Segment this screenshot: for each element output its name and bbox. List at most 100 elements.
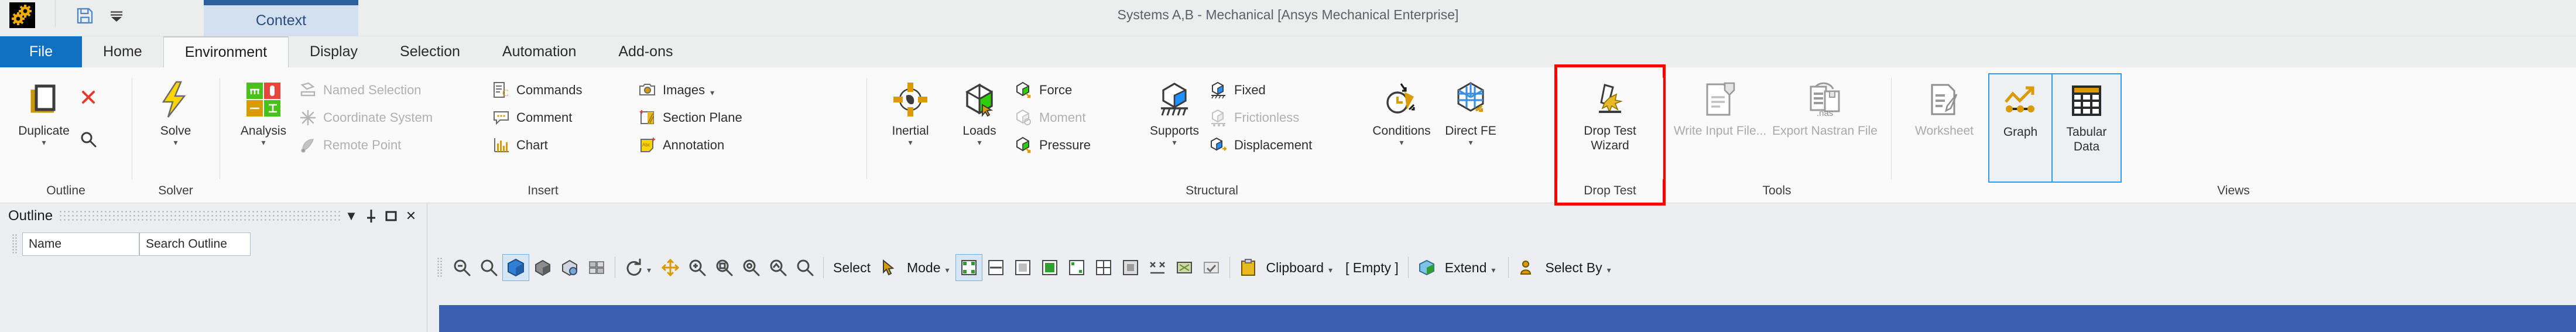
- direct-fe-caret-icon[interactable]: ▾: [1468, 138, 1472, 146]
- supports-caret-icon[interactable]: ▾: [1172, 138, 1176, 146]
- maximize-icon[interactable]: [381, 206, 401, 226]
- direct-fe-button[interactable]: Direct FE ▾: [1436, 73, 1505, 146]
- tab-file[interactable]: File: [0, 36, 82, 67]
- ribbon-group-structural: Inertial ▾ Loads ▾ Force Moment Pressure…: [866, 67, 1557, 203]
- tab-display[interactable]: Display: [289, 36, 379, 67]
- mode-caret-icon[interactable]: ▾: [946, 266, 950, 274]
- cursor-mode-icon[interactable]: [875, 254, 902, 281]
- extend-label[interactable]: Extend: [1440, 260, 1492, 276]
- remote-point-button[interactable]: Remote Point: [298, 134, 491, 156]
- images-button[interactable]: Images ▾: [638, 79, 813, 101]
- pressure-button[interactable]: Pressure: [1014, 134, 1140, 156]
- box-select-icon[interactable]: [502, 254, 529, 281]
- solve-lightning-icon: [159, 78, 193, 121]
- wireframe-icon[interactable]: [529, 254, 556, 281]
- export-nastran-file-button[interactable]: .nas Export Nastran File: [1769, 73, 1880, 138]
- tab-automation[interactable]: Automation: [481, 36, 597, 67]
- duplicate-button[interactable]: Duplicate ▾: [9, 73, 78, 146]
- drop-test-wizard-label: Drop Test Wizard: [1584, 124, 1636, 152]
- panel-drag-dots[interactable]: [59, 210, 341, 223]
- ansys-gears-icon[interactable]: [9, 2, 35, 28]
- select-edges-icon[interactable]: [982, 254, 1009, 281]
- find-button[interactable]: [78, 128, 102, 150]
- rotate-icon[interactable]: [620, 254, 647, 281]
- annotation-button[interactable]: Abc Annotation: [638, 134, 813, 156]
- force-button[interactable]: Force: [1014, 79, 1140, 101]
- show-mesh-icon[interactable]: [556, 254, 583, 281]
- ansys-mechanical-window: Context Systems A,B - Mechanical [Ansys …: [0, 0, 2576, 332]
- moment-button[interactable]: Moment: [1014, 107, 1140, 129]
- inertial-caret-icon[interactable]: ▾: [908, 138, 912, 146]
- customize-qat-dropdown-icon[interactable]: [105, 4, 128, 28]
- magnifier-icon[interactable]: [765, 254, 792, 281]
- frictionless-support-button[interactable]: Frictionless: [1209, 107, 1367, 129]
- zoom-out-icon[interactable]: [448, 254, 475, 281]
- panel-menu-chevron-icon[interactable]: ▼: [341, 206, 361, 226]
- analysis-button[interactable]: Analysis ▾: [229, 73, 298, 146]
- rotate-caret-icon[interactable]: ▾: [647, 266, 651, 274]
- clipboard-icon[interactable]: [1235, 254, 1262, 281]
- coordinate-system-button[interactable]: Coordinate System: [298, 107, 491, 129]
- tab-selection[interactable]: Selection: [379, 36, 481, 67]
- clipboard-caret-icon[interactable]: ▾: [1328, 266, 1332, 274]
- displacement-button[interactable]: Displacement: [1209, 134, 1367, 156]
- toolbar-grip[interactable]: [437, 257, 443, 278]
- select-element-faces-icon[interactable]: [1117, 254, 1144, 281]
- select-faces-icon[interactable]: [1009, 254, 1036, 281]
- write-input-file-button[interactable]: Write Input File...: [1673, 73, 1767, 138]
- outline-col-name[interactable]: Name: [22, 232, 139, 256]
- select-all-icon[interactable]: [1198, 254, 1225, 281]
- conditions-caret-icon[interactable]: ▾: [1399, 138, 1403, 146]
- inertial-button[interactable]: Inertial ▾: [876, 73, 945, 146]
- loads-caret-icon[interactable]: ▾: [977, 138, 981, 146]
- search-icon[interactable]: [792, 254, 818, 281]
- section-plane-button[interactable]: Section Plane: [638, 107, 813, 129]
- zoom-in-icon[interactable]: [475, 254, 502, 281]
- chart-button[interactable]: Chart: [491, 134, 638, 156]
- images-caret-icon[interactable]: ▾: [710, 88, 714, 97]
- commands-button[interactable]: C Commands: [491, 79, 638, 101]
- graph-button[interactable]: Graph: [1988, 73, 2053, 183]
- tabular-data-button[interactable]: Tabular Data: [2053, 73, 2122, 183]
- solve-button[interactable]: Solve ▾: [141, 73, 210, 146]
- extend-to-limits-icon[interactable]: [1171, 254, 1198, 281]
- extend-icon[interactable]: [1413, 254, 1440, 281]
- pan-icon[interactable]: [657, 254, 684, 281]
- extend-caret-icon[interactable]: ▾: [1491, 266, 1495, 274]
- tab-add-ons[interactable]: Add-ons: [597, 36, 694, 67]
- random-colors-icon[interactable]: [583, 254, 610, 281]
- close-icon[interactable]: ✕: [401, 206, 421, 226]
- delete-button[interactable]: [78, 86, 102, 108]
- select-elements-icon[interactable]: [1090, 254, 1117, 281]
- save-icon[interactable]: [73, 4, 97, 28]
- tab-home[interactable]: Home: [82, 36, 163, 67]
- solve-caret-icon[interactable]: ▾: [173, 138, 177, 146]
- context-tab[interactable]: Context: [204, 0, 358, 36]
- comment-button[interactable]: Comment: [491, 107, 638, 129]
- drop-test-wizard-button[interactable]: Drop Test Wizard: [1575, 73, 1645, 153]
- select-nodes-icon[interactable]: [1063, 254, 1090, 281]
- tab-environment[interactable]: Environment: [163, 36, 289, 67]
- select-vertices-icon[interactable]: [955, 254, 982, 281]
- pin-icon[interactable]: [361, 206, 381, 226]
- select-by-label[interactable]: Select By: [1540, 260, 1606, 276]
- zoom-region-icon[interactable]: [684, 254, 711, 281]
- fixed-support-button[interactable]: Fixed: [1209, 79, 1367, 101]
- select-label[interactable]: Select: [828, 260, 875, 276]
- select-bodies-icon[interactable]: [1036, 254, 1063, 281]
- named-selection-button[interactable]: Named Selection: [298, 79, 491, 101]
- select-by-icon[interactable]: [1513, 254, 1540, 281]
- zoom-to-fit-icon[interactable]: [738, 254, 765, 281]
- worksheet-button[interactable]: Worksheet: [1900, 73, 1988, 183]
- select-by-caret-icon[interactable]: ▾: [1607, 266, 1611, 274]
- analysis-caret-icon[interactable]: ▾: [261, 138, 265, 146]
- clipboard-label[interactable]: Clipboard: [1262, 260, 1328, 276]
- conditions-button[interactable]: Conditions ▾: [1367, 73, 1436, 146]
- loads-button[interactable]: Loads ▾: [945, 73, 1014, 146]
- mode-label[interactable]: Mode: [902, 260, 946, 276]
- extend-to-adjacent-icon[interactable]: [1144, 254, 1171, 281]
- outline-col-search[interactable]: Search Outline: [139, 232, 251, 256]
- zoom-fit-icon[interactable]: [711, 254, 738, 281]
- duplicate-caret-icon[interactable]: ▾: [42, 138, 46, 146]
- supports-button[interactable]: Supports ▾: [1140, 73, 1209, 146]
